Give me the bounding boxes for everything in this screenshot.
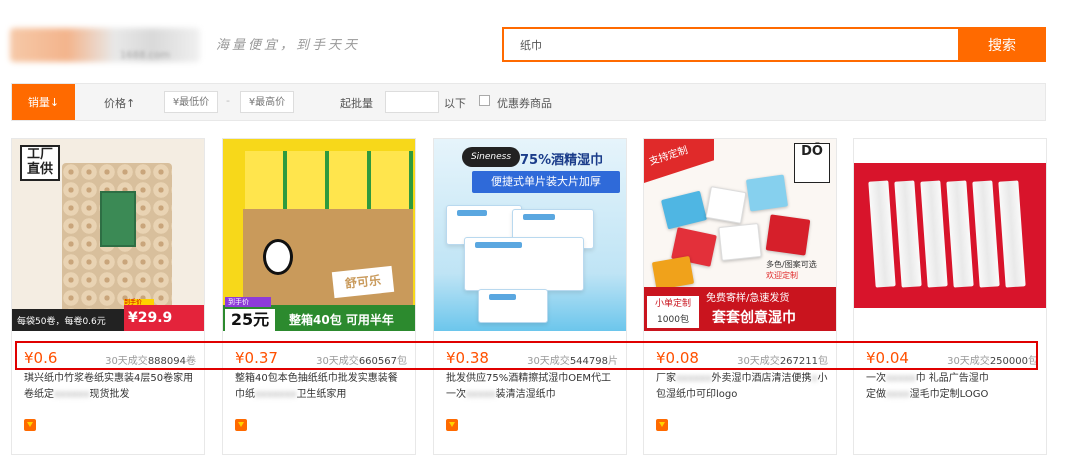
supplier-badge-icon <box>235 419 247 431</box>
filter-bar: 销量↓ 价格↑ - 起批量 以下 优惠券商品 <box>11 83 1046 121</box>
image-price: ¥29.9 <box>124 305 204 331</box>
sales-count: 30天成交250000包 <box>947 356 1038 367</box>
price-max-input[interactable] <box>240 91 294 113</box>
supplier-badge-icon <box>446 419 458 431</box>
sachet <box>660 190 708 230</box>
sales-count: 30天成交544798片 <box>527 356 618 367</box>
product-card[interactable]: 支持定制 DŌ 多色/图案可选 欢迎定制 免费寄样/急速发货 套套创意湿巾 小单定… <box>643 138 837 455</box>
brand-logo: DŌ <box>794 143 830 183</box>
price-separator: - <box>226 94 230 107</box>
product-image[interactable]: 舒可乐 到手价 25元 整箱40包 可用半年 <box>223 139 415 331</box>
header: 1688.com 海量便宜，到手天天 搜索 <box>0 0 1080 80</box>
search-box <box>502 27 960 62</box>
sort-by-sales-button[interactable]: 销量↓ <box>12 84 75 120</box>
product-image[interactable]: Sineness 75%酒精湿巾 便捷式单片装大片加厚 <box>434 139 626 331</box>
site-logo[interactable] <box>10 28 200 62</box>
sachet <box>718 223 762 261</box>
panda-mascot-icon <box>263 239 293 275</box>
product-image[interactable] <box>854 139 1046 331</box>
image-headline: 75%酒精湿巾 <box>520 153 604 168</box>
product-price: ¥0.37 <box>235 349 278 367</box>
product-card[interactable]: 舒可乐 到手价 25元 整箱40包 可用半年 ¥0.37 30天成交660567… <box>222 138 416 455</box>
product-card[interactable]: ¥0.04 30天成交250000包 一次xxxxx巾 礼品广告湿巾 定做xxxx… <box>853 138 1047 455</box>
logo-subtitle: 1688.com <box>120 50 170 61</box>
product-price: ¥0.38 <box>446 349 489 367</box>
product-price: ¥0.04 <box>866 349 909 367</box>
sachet <box>745 174 789 212</box>
search-input[interactable] <box>504 29 960 60</box>
coupon-checkbox[interactable] <box>479 95 490 106</box>
wipe-packet <box>478 289 548 323</box>
image-footer-text: 每袋50卷，每卷0.6元 <box>17 317 106 327</box>
sort-by-price-button[interactable]: 价格↑ <box>104 95 135 111</box>
customization-note: 多色/图案可选 欢迎定制 <box>766 260 817 280</box>
product-title[interactable]: 琪兴纸巾竹浆卷纸实惠装4层50卷家用卷纸定xxxxxx现货批发 <box>24 371 196 405</box>
min-order-badge: 小单定制 1000包 <box>646 295 700 329</box>
search-button[interactable]: 搜索 <box>958 27 1046 62</box>
product-image[interactable]: 工厂直供 每袋50卷，每卷0.6元 到手价 ¥29.9 <box>12 139 204 331</box>
sales-count: 30天成交267211包 <box>737 356 828 367</box>
price-min-input[interactable] <box>164 91 218 113</box>
product-title[interactable]: 厂家xxxxxx外卖湿巾酒店清洁便携x小包湿纸巾可印logo <box>656 371 828 405</box>
product-title[interactable]: 整箱40包本色抽纸纸巾批发实惠装餐巾纸xxxxxxx卫生纸家用 <box>235 371 407 405</box>
site-slogan: 海量便宜，到手天天 <box>216 38 361 53</box>
image-footer-text: 套套创意湿巾 <box>712 310 796 326</box>
supplier-badge-icon <box>656 419 668 431</box>
image-footer-subtext: 免费寄样/急速发货 <box>706 293 790 304</box>
image-price-tag: 到手价 <box>225 297 271 307</box>
product-card[interactable]: Sineness 75%酒精湿巾 便捷式单片装大片加厚 ¥0.38 30天成交5… <box>433 138 627 455</box>
image-footer-text: 整箱40包 可用半年 <box>289 313 394 327</box>
sales-count: 30天成交888094卷 <box>105 356 196 367</box>
product-price: ¥0.6 <box>24 349 58 367</box>
product-card[interactable]: 工厂直供 每袋50卷，每卷0.6元 到手价 ¥29.9 ¥0.6 30天成交88… <box>11 138 205 455</box>
product-price: ¥0.08 <box>656 349 699 367</box>
product-package <box>100 191 136 247</box>
product-title[interactable]: 一次xxxxx巾 礼品广告湿巾 定做xxxx湿毛巾定制LOGO <box>866 371 1038 405</box>
image-banner: 便捷式单片装大片加厚 <box>472 171 620 193</box>
sales-count: 30天成交660567包 <box>316 356 407 367</box>
image-price: 25元 <box>225 309 275 331</box>
coupon-label[interactable]: 优惠券商品 <box>497 95 552 111</box>
sachet <box>765 214 811 256</box>
moq-unit: 以下 <box>444 97 466 110</box>
sachet <box>705 186 747 224</box>
product-image[interactable]: 支持定制 DŌ 多色/图案可选 欢迎定制 免费寄样/急速发货 套套创意湿巾 小单定… <box>644 139 836 331</box>
supplier-badge-icon <box>24 419 36 431</box>
sachet <box>651 255 695 291</box>
product-title[interactable]: 批发供应75%酒精擦拭湿巾OEM代工一次xxxxx装清洁湿纸巾 <box>446 371 618 405</box>
factory-stamp: 工厂直供 <box>20 145 60 181</box>
wipe-packet <box>464 237 584 291</box>
moq-label: 起批量 <box>340 97 373 110</box>
moq-input[interactable] <box>385 91 439 113</box>
brand-logo: Sineness <box>462 147 520 167</box>
